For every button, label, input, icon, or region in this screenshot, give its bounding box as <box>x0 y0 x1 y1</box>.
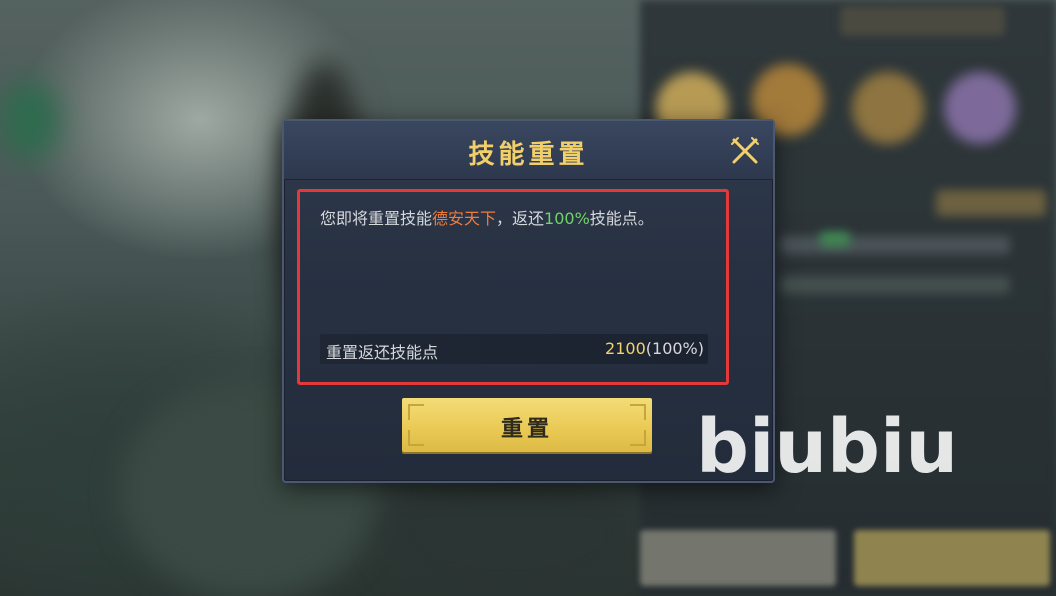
refund-value: 2100(100%) <box>605 339 704 358</box>
dialog-header: 技能重置 <box>284 121 773 180</box>
reset-button-label: 重置 <box>500 416 553 442</box>
refund-label: 重置返还技能点 <box>326 343 439 362</box>
skill-name: 德安天下 <box>432 209 497 228</box>
refund-row: 重置返还技能点 2100(100%) <box>320 334 708 364</box>
reset-message: 您即将重置技能德安天下，返还100%技能点。 <box>320 206 710 232</box>
close-button[interactable] <box>729 135 761 167</box>
refund-percent: 100% <box>544 209 590 228</box>
message-before: 您即将重置技能 <box>320 209 433 228</box>
watermark: biubiu <box>696 404 959 490</box>
refund-points-suffix: (100%) <box>645 339 704 358</box>
close-icon <box>731 137 759 164</box>
message-after: 技能点。 <box>589 209 654 228</box>
reset-button[interactable]: 重置 <box>402 398 652 452</box>
highlighted-content-box: 您即将重置技能德安天下，返还100%技能点。 重置返还技能点 2100(100%… <box>297 189 729 385</box>
dialog-title: 技能重置 <box>468 140 589 170</box>
message-middle: ，返还 <box>496 209 545 228</box>
refund-points: 2100 <box>605 339 646 358</box>
